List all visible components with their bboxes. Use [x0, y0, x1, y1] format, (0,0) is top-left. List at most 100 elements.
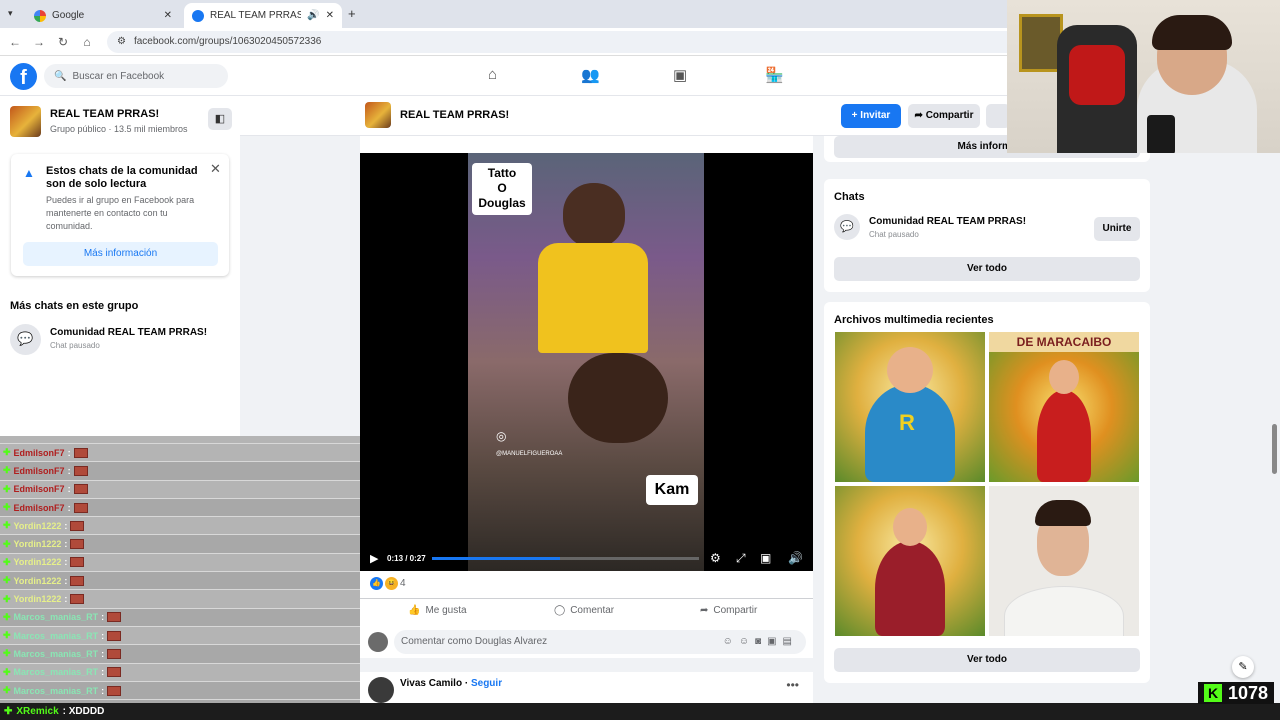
like-button[interactable]: 👍 Me gusta [408, 605, 467, 616]
chat-user: Yordin1222 [13, 557, 62, 568]
chat-separator: : [67, 502, 71, 513]
more-options-icon[interactable]: ••• [786, 678, 799, 692]
caption-line: Tatto [487, 166, 517, 180]
tab-facebook[interactable]: REAL TEAM PRRAS! | Faceb 🔊 ✕ [184, 3, 342, 28]
badge-icon: ✚ [3, 648, 11, 659]
pip-icon[interactable]: ▣ [760, 551, 771, 565]
fullscreen-icon[interactable]: ⤢ [736, 551, 746, 566]
comment-placeholder: Comentar como Douglas Alvarez [401, 636, 548, 647]
see-all-button[interactable]: Ver todo [834, 257, 1140, 281]
share-button[interactable]: ➦ Compartir [908, 104, 980, 128]
nav-groups-icon[interactable]: ▣ [673, 66, 687, 84]
chat-user: Marcos_manias_RT [13, 685, 99, 696]
chats-heading: Chats [834, 191, 865, 203]
toggle-sidebar-icon[interactable]: ◧ [208, 108, 232, 130]
chat-line: ✚ EdmilsonF7 : [0, 444, 360, 463]
back-icon[interactable]: ← [3, 35, 27, 49]
reactions-summary[interactable]: 👍 😆 4 [370, 577, 406, 590]
instagram-icon: ◎ [496, 429, 507, 443]
media-tile[interactable]: DE MARACAIBO [989, 332, 1139, 482]
chat-user: Marcos_manias_RT [13, 612, 99, 623]
search-field[interactable]: 🔍 Buscar en Facebook [44, 64, 228, 88]
share-label: Compartir [713, 605, 758, 616]
new-message-icon[interactable]: ✎ [1232, 656, 1254, 678]
comment-button[interactable]: ◯ Comentar [554, 605, 614, 616]
like-label: Me gusta [425, 605, 467, 616]
badge-icon: ✚ [4, 706, 13, 717]
url-text: facebook.com/groups/1063020450572336 [133, 36, 322, 47]
chat-line: ✚ Yordin1222 : [0, 517, 360, 536]
badge-icon: ✚ [3, 685, 11, 695]
chats-card: Chats 💬 Comunidad REAL TEAM PRRAS! Chat … [824, 179, 1150, 292]
badge-icon: ✚ [3, 447, 11, 458]
media-tile[interactable] [835, 486, 985, 636]
nav-friends-icon[interactable]: 👥 [581, 66, 600, 84]
chat-name[interactable]: Comunidad REAL TEAM PRRAS! [50, 327, 207, 338]
video-player[interactable]: Tatto O Douglas Kam ◎ @MANUELFIGUEROAA ▶… [360, 153, 813, 571]
more-info-button[interactable]: Más información [23, 242, 218, 266]
emote-icon [70, 557, 85, 568]
media-tile[interactable] [989, 486, 1139, 636]
facebook-logo-icon[interactable]: f [10, 63, 37, 90]
chat-line: ✚ EdmilsonF7 : [0, 462, 360, 481]
group-name[interactable]: REAL TEAM PRRAS! [50, 108, 159, 120]
url-field[interactable]: ⚙ facebook.com/groups/1063020450572336 [107, 30, 1087, 53]
video-caption-bottom: Kam [646, 475, 698, 505]
play-icon[interactable]: ▶ [370, 552, 378, 565]
volume-icon[interactable]: 🔊 [788, 551, 803, 565]
nav-home-icon[interactable]: ⌂ [488, 66, 497, 83]
see-all-button[interactable]: Ver todo [834, 648, 1140, 672]
chat-user: EdmilsonF7 [13, 484, 65, 495]
chat-line: ✚ Yordin1222 : [0, 572, 360, 591]
close-tab-icon[interactable]: ✕ [164, 10, 172, 21]
author-name[interactable]: Vivas Camilo [400, 678, 462, 689]
follow-link[interactable]: Seguir [471, 678, 502, 689]
haha-reaction-icon: 😆 [385, 577, 398, 590]
emote-icon [70, 539, 85, 550]
emote-icon [70, 575, 85, 586]
new-tab-icon[interactable]: + [348, 6, 356, 21]
media-tile[interactable]: R [835, 332, 985, 482]
group-avatar[interactable] [10, 106, 41, 137]
group-title[interactable]: REAL TEAM PRRAS! [400, 109, 509, 121]
tab-google[interactable]: Google ✕ [26, 3, 180, 28]
chat-separator: : [101, 648, 105, 659]
stream-chat-latest: ✚ XRemick : XDDDD [0, 703, 1280, 720]
comment-label: Comentar [570, 605, 615, 616]
scrollbar[interactable] [1272, 424, 1277, 474]
close-icon[interactable]: ✕ [210, 161, 221, 177]
badge-icon: ✚ [3, 483, 11, 494]
chat-separator: : [101, 612, 105, 623]
forward-icon[interactable]: → [27, 35, 51, 49]
group-avatar[interactable] [365, 102, 391, 128]
reload-icon[interactable]: ↻ [51, 35, 75, 49]
streamer-hair [1152, 15, 1232, 50]
chat-bubble-icon[interactable]: 💬 [834, 214, 860, 240]
share-button[interactable]: ➦ Compartir [700, 605, 757, 616]
home-icon[interactable]: ⌂ [75, 35, 99, 49]
avatar[interactable] [368, 632, 388, 652]
chat-separator: : [64, 520, 68, 531]
chat-user: Marcos_manias_RT [13, 667, 99, 678]
google-favicon-icon [34, 9, 46, 22]
thumbs-up-icon: 👍 [408, 605, 421, 616]
settings-gear-icon[interactable]: ⚙ [710, 551, 721, 565]
comment-tools-icons[interactable]: ☺☺◙▣▤ [723, 630, 798, 654]
avatar[interactable] [368, 677, 394, 703]
chat-bubble-icon[interactable]: 💬 [10, 324, 41, 355]
chat-user: Yordin1222 [13, 575, 62, 586]
nav-marketplace-icon[interactable]: 🏪 [765, 66, 784, 84]
chat-name[interactable]: Comunidad REAL TEAM PRRAS! [869, 216, 1026, 227]
video-progress-track[interactable] [432, 557, 699, 560]
site-info-icon[interactable]: ⚙ [117, 36, 126, 47]
join-button[interactable]: Unirte [1094, 217, 1140, 241]
tab-list-chevron-icon[interactable]: ▾ [8, 8, 13, 19]
tile-face [887, 347, 933, 393]
invite-button[interactable]: + Invitar [841, 104, 901, 128]
notice-title: Estos chats de la comunidad son de solo … [46, 165, 198, 190]
chat-user: Marcos_manias_RT [13, 630, 99, 641]
chat-user: Yordin1222 [13, 520, 62, 531]
close-tab-icon[interactable]: ✕ [326, 10, 334, 21]
comment-input[interactable]: Comentar como Douglas Alvarez ☺☺◙▣▤ [394, 630, 806, 654]
chat-separator: : [64, 575, 68, 586]
